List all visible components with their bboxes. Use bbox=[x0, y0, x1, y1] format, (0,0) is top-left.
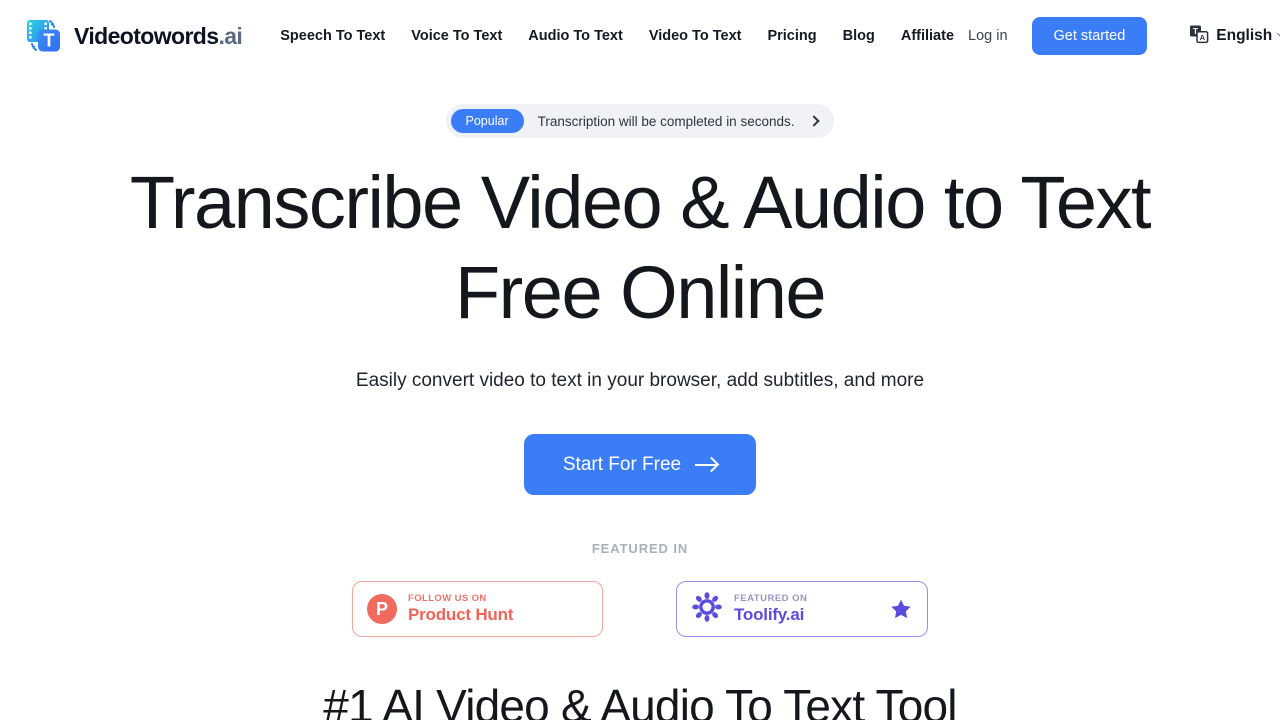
star-icon bbox=[889, 597, 913, 621]
hero-section: Popular Transcription will be completed … bbox=[0, 72, 1280, 720]
header-actions: Log in Get started T A English bbox=[954, 17, 1280, 55]
start-for-free-button[interactable]: Start For Free bbox=[524, 434, 756, 495]
product-hunt-big-text: Product Hunt bbox=[408, 604, 514, 624]
featured-badges: P FOLLOW US ON Product Hunt FEATURED ON … bbox=[0, 581, 1280, 637]
nav-item-pricing[interactable]: Pricing bbox=[767, 28, 816, 44]
toolify-small-text: FEATURED ON bbox=[734, 593, 808, 605]
language-label: English bbox=[1216, 27, 1273, 44]
hero-subheadline: Easily convert video to text in your bro… bbox=[355, 370, 925, 391]
section-title: #1 AI Video & Audio To Text Tool bbox=[323, 680, 957, 720]
toolify-big-text: Toolify.ai bbox=[734, 604, 805, 624]
nav-item-blog[interactable]: Blog bbox=[843, 28, 875, 44]
get-started-button[interactable]: Get started bbox=[1031, 17, 1148, 55]
toolify-icon bbox=[691, 591, 723, 628]
main-nav: Speech To Text Voice To Text Audio To Te… bbox=[280, 28, 954, 44]
translate-icon: T A bbox=[1189, 24, 1209, 49]
pill-badge-popular: Popular bbox=[450, 109, 524, 133]
language-selector[interactable]: T A English bbox=[1189, 24, 1280, 49]
product-hunt-badge[interactable]: P FOLLOW US ON Product Hunt bbox=[352, 581, 603, 637]
nav-item-audio-to-text[interactable]: Audio To Text bbox=[528, 28, 623, 44]
nav-item-affiliate[interactable]: Affiliate bbox=[901, 28, 954, 44]
login-link[interactable]: Log in bbox=[968, 28, 1008, 44]
pill-text: Transcription will be completed in secon… bbox=[537, 113, 795, 129]
product-hunt-text: FOLLOW US ON Product Hunt bbox=[408, 593, 513, 625]
arrow-right-icon bbox=[695, 463, 718, 466]
brand-logo[interactable]: T Videotowords.ai bbox=[24, 16, 243, 56]
chevron-right-icon bbox=[808, 115, 821, 127]
nav-item-speech-to-text[interactable]: Speech To Text bbox=[280, 28, 385, 44]
nav-item-video-to-text[interactable]: Video To Text bbox=[649, 28, 742, 44]
hero-cta-wrapper: Start For Free bbox=[0, 434, 1280, 495]
product-hunt-icon: P bbox=[367, 594, 397, 624]
nav-item-voice-to-text[interactable]: Voice To Text bbox=[411, 28, 502, 44]
hero-headline: Transcribe Video & Audio to Text Free On… bbox=[129, 161, 1152, 334]
site-header: T Videotowords.ai Speech To Text Voice T… bbox=[0, 0, 1280, 72]
svg-text:A: A bbox=[1200, 33, 1206, 42]
videotowords-logo-icon: T bbox=[24, 16, 64, 56]
start-for-free-label: Start For Free bbox=[562, 453, 682, 475]
product-hunt-small-text: FOLLOW US ON bbox=[408, 593, 487, 605]
brand-name: Videotowords.ai bbox=[74, 22, 243, 49]
featured-in-label: FEATURED IN bbox=[591, 541, 689, 556]
svg-text:T: T bbox=[44, 31, 55, 51]
announcement-pill[interactable]: Popular Transcription will be completed … bbox=[445, 104, 835, 138]
toolify-text: FEATURED ON Toolify.ai bbox=[734, 593, 807, 625]
toolify-badge[interactable]: FEATURED ON Toolify.ai bbox=[676, 581, 928, 637]
